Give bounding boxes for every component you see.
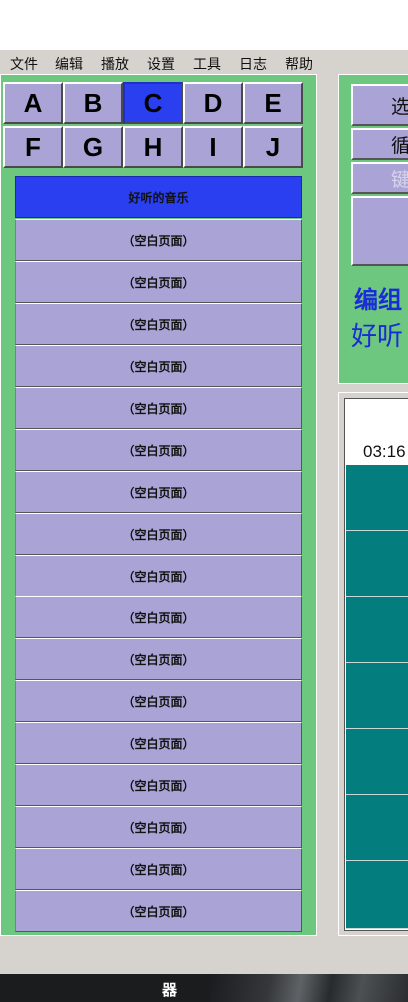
page-button[interactable]: （空白页面） xyxy=(15,806,302,848)
page-button-active[interactable]: 好听的音乐 xyxy=(15,176,302,218)
page-button[interactable]: （空白页面） xyxy=(15,303,302,345)
playlist-row[interactable] xyxy=(346,663,408,729)
group-label: 编组 xyxy=(354,286,402,314)
letter-tab-i[interactable]: I xyxy=(183,126,243,168)
menu-edit[interactable]: 编辑 xyxy=(55,54,83,74)
letter-tab-g[interactable]: G xyxy=(63,126,123,168)
title-area xyxy=(0,0,408,50)
key-button[interactable]: 键 xyxy=(351,162,408,194)
page-button[interactable]: （空白页面） xyxy=(15,555,302,597)
page-button[interactable]: （空白页面） xyxy=(15,848,302,890)
menu-log[interactable]: 日志 xyxy=(239,54,267,74)
letter-tab-d[interactable]: D xyxy=(183,82,243,124)
page-button[interactable]: （空白页面） xyxy=(15,596,302,638)
page-button[interactable]: （空白页面） xyxy=(15,429,302,471)
page-button[interactable]: （空白页面） xyxy=(15,680,302,722)
page-button[interactable]: （空白页面） xyxy=(15,638,302,680)
menu-play[interactable]: 播放 xyxy=(101,54,129,74)
page-button[interactable]: （空白页面） xyxy=(15,764,302,806)
playlist-row[interactable] xyxy=(346,861,408,929)
letter-tab-a[interactable]: A xyxy=(3,82,63,124)
page-button[interactable]: （空白页面） xyxy=(15,513,302,555)
page-button[interactable]: （空白页面） xyxy=(15,890,302,932)
large-button[interactable] xyxy=(351,196,408,266)
taskbar: 器 xyxy=(0,974,408,1002)
letter-tab-c[interactable]: C xyxy=(123,82,183,124)
menu-tools[interactable]: 工具 xyxy=(193,54,221,74)
page-button[interactable]: （空白页面） xyxy=(15,387,302,429)
letter-tab-e[interactable]: E xyxy=(243,82,303,124)
taskbar-label[interactable]: 器 xyxy=(162,979,177,1000)
letter-tab-f[interactable]: F xyxy=(3,126,63,168)
time-display: 03:16 xyxy=(363,442,406,461)
playlist-row[interactable] xyxy=(346,531,408,597)
playlist-row[interactable] xyxy=(346,729,408,795)
group-name: 好听 xyxy=(351,322,404,352)
playlist-row[interactable] xyxy=(346,795,408,861)
letter-tab-j[interactable]: J xyxy=(243,126,303,168)
menu-bar: 文件 编辑 播放 设置 工具 日志 帮助 xyxy=(0,50,408,74)
letter-tab-h[interactable]: H xyxy=(123,126,183,168)
page-button[interactable]: （空白页面） xyxy=(15,471,302,513)
playlist-row[interactable] xyxy=(346,597,408,663)
playlist-row[interactable] xyxy=(346,465,408,531)
page-button[interactable]: （空白页面） xyxy=(15,722,302,764)
menu-help[interactable]: 帮助 xyxy=(285,54,313,74)
loop-button[interactable]: 循 xyxy=(351,128,408,160)
page-button[interactable]: （空白页面） xyxy=(15,219,302,261)
taskbar-wallpaper xyxy=(210,974,408,1002)
letter-tab-b[interactable]: B xyxy=(63,82,123,124)
page-button[interactable]: （空白页面） xyxy=(15,261,302,303)
menu-settings[interactable]: 设置 xyxy=(147,54,175,74)
menu-file[interactable]: 文件 xyxy=(10,54,38,74)
select-button[interactable]: 选 xyxy=(351,84,408,126)
page-button[interactable]: （空白页面） xyxy=(15,345,302,387)
